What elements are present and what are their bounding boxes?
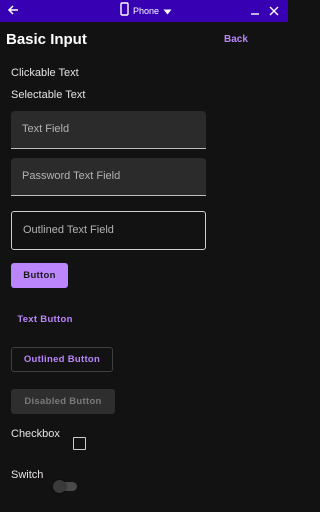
password-field-placeholder: Password Text Field [22, 170, 121, 182]
switch-toggle[interactable] [53, 480, 77, 493]
outlined-field-placeholder: Outlined Text Field [23, 224, 114, 236]
device-selector[interactable]: Phone [120, 1, 172, 21]
disabled-button: Disabled Button [11, 389, 115, 414]
page-title: Basic Input [6, 31, 87, 48]
selectable-text[interactable]: Selectable Text [11, 89, 85, 101]
password-field[interactable]: Password Text Field [11, 158, 206, 196]
text-field-placeholder: Text Field [22, 123, 70, 135]
phone-icon [120, 1, 129, 21]
close-icon[interactable] [268, 4, 280, 16]
caret-down-icon [163, 2, 172, 20]
clickable-text[interactable]: Clickable Text [11, 67, 79, 79]
switch-thumb [53, 480, 66, 493]
back-button[interactable]: Back [214, 29, 258, 49]
window-titlebar: Phone [0, 0, 288, 22]
minimize-icon[interactable] [249, 4, 261, 16]
text-button[interactable]: Text Button [11, 309, 79, 329]
contained-button[interactable]: Button [11, 263, 68, 288]
arrow-left-icon[interactable] [6, 3, 20, 17]
switch-label: Switch [11, 469, 44, 481]
checkbox[interactable] [73, 437, 86, 450]
checkbox-label: Checkbox [11, 428, 60, 440]
outlined-text-field[interactable]: Outlined Text Field [11, 211, 206, 250]
text-field[interactable]: Text Field [11, 111, 206, 149]
outlined-button[interactable]: Outlined Button [11, 347, 113, 372]
device-label: Phone [133, 6, 160, 16]
